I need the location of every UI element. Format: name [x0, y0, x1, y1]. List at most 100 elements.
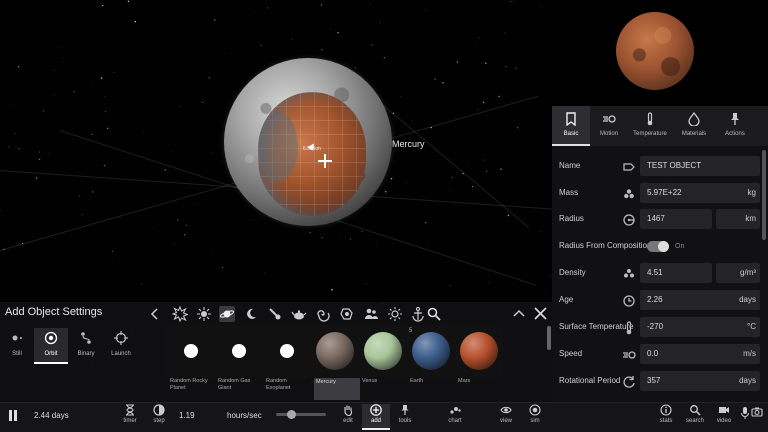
- comet-icon[interactable]: [267, 306, 283, 322]
- video-button[interactable]: video: [711, 404, 737, 430]
- object-thumb[interactable]: [312, 328, 358, 374]
- star: [35, 177, 38, 179]
- add-panel-scrollbar[interactable]: [547, 326, 551, 350]
- mode-binary-button[interactable]: Binary: [69, 328, 103, 364]
- explosion-icon[interactable]: [172, 306, 188, 322]
- speed-unit[interactable]: hours/sec: [227, 411, 262, 420]
- mass-value: 5.97E+22: [647, 188, 682, 197]
- galaxy-icon[interactable]: [315, 306, 331, 322]
- property-label: Rotational Period: [559, 376, 621, 385]
- properties-scrollbar[interactable]: [762, 150, 766, 240]
- speed-unit[interactable]: m/s: [743, 349, 756, 358]
- people-icon[interactable]: [363, 306, 379, 322]
- mode-launch-button[interactable]: Launch: [104, 328, 138, 364]
- panel-title: Add Object Settings: [5, 306, 103, 318]
- rotational-period-value: 357: [647, 376, 661, 385]
- materials-icon: [688, 112, 700, 126]
- star: [515, 67, 517, 69]
- object-thumb[interactable]: [456, 328, 502, 374]
- surface-temperature-unit[interactable]: °C: [747, 322, 756, 331]
- object-thumb[interactable]: [408, 328, 454, 374]
- object-thumb-label: Random Exoplanet: [266, 378, 291, 391]
- star: [173, 243, 175, 245]
- radius-composition-toggle[interactable]: [647, 241, 669, 252]
- object-thumb[interactable]: [360, 328, 406, 374]
- pause-button[interactable]: [8, 410, 18, 421]
- star: [54, 95, 55, 97]
- microphone-icon[interactable]: [740, 406, 750, 420]
- star: [14, 146, 16, 148]
- search-icon[interactable]: [426, 306, 442, 322]
- star: [449, 285, 451, 286]
- edit-button[interactable]: edit: [336, 404, 360, 430]
- star: [309, 231, 311, 233]
- age-unit[interactable]: days: [739, 295, 756, 304]
- moon-icon[interactable]: [243, 306, 259, 322]
- sun-icon[interactable]: [387, 306, 403, 322]
- tab-temperature[interactable]: Temperature: [628, 106, 672, 146]
- star: [86, 141, 87, 143]
- star: [140, 283, 142, 285]
- star: [452, 177, 454, 178]
- star: [485, 170, 488, 172]
- object-thumb[interactable]: [216, 328, 262, 374]
- star: [477, 109, 479, 111]
- star: [14, 133, 16, 135]
- crosshair-icon: [318, 154, 332, 168]
- star: [134, 20, 137, 23]
- star: [361, 230, 363, 233]
- motion-icon: [603, 115, 616, 123]
- property-age: Age 2.26 days: [552, 288, 762, 314]
- mode-orbit-button[interactable]: Orbit: [34, 328, 68, 364]
- rotational-period-unit[interactable]: days: [739, 376, 756, 385]
- star: [90, 81, 92, 83]
- mass-unit[interactable]: kg: [748, 188, 756, 197]
- speed-slider[interactable]: [276, 413, 326, 416]
- star: [478, 36, 480, 38]
- chevron-up-icon[interactable]: [513, 308, 525, 320]
- star: [449, 190, 451, 191]
- planet-label[interactable]: Mercury: [392, 139, 425, 149]
- star: [498, 95, 500, 98]
- chart-button[interactable]: chart: [443, 404, 467, 430]
- star: [500, 168, 502, 170]
- anchor-icon[interactable]: [410, 306, 426, 322]
- mode-still-button[interactable]: Still: [0, 328, 34, 364]
- chevron-left-icon[interactable]: [150, 308, 160, 320]
- teapot-icon[interactable]: [291, 306, 307, 322]
- object-thumb[interactable]: [264, 328, 310, 374]
- star: [0, 210, 1, 211]
- object-thumb-label: Random Rocky Planet: [170, 378, 208, 391]
- tab-basic[interactable]: Basic: [552, 106, 590, 146]
- property-label: Mass: [559, 188, 579, 197]
- object-thumb-image: [232, 344, 246, 358]
- mode-label: Launch: [111, 351, 131, 357]
- step-button[interactable]: step: [147, 404, 171, 430]
- star: [488, 282, 490, 284]
- selected-planet-core[interactable]: [258, 92, 366, 216]
- ringed-planet-icon[interactable]: [219, 306, 235, 322]
- tab-motion[interactable]: Motion: [590, 106, 628, 146]
- toolbar-label: step: [153, 418, 165, 424]
- property-radius: Radius 1467 km: [552, 207, 762, 233]
- tab-materials[interactable]: Materials: [672, 106, 716, 146]
- speed-slider-knob[interactable]: [286, 410, 296, 419]
- stats-button[interactable]: stats: [654, 404, 678, 430]
- timer-button[interactable]: timer: [118, 404, 142, 430]
- star-icon[interactable]: [196, 306, 212, 322]
- sim-button[interactable]: sim: [523, 404, 547, 430]
- camera-icon[interactable]: [751, 406, 763, 418]
- add-button[interactable]: add: [362, 404, 390, 430]
- nebula-icon[interactable]: [339, 306, 355, 322]
- chart-icon: [450, 407, 461, 414]
- star: [505, 65, 507, 68]
- search-button[interactable]: search: [682, 404, 708, 430]
- view-button[interactable]: view: [494, 404, 518, 430]
- star: [38, 151, 40, 153]
- close-icon[interactable]: [534, 307, 547, 320]
- tools-button[interactable]: tools: [393, 404, 417, 430]
- tab-actions[interactable]: Actions: [716, 106, 754, 146]
- object-thumb[interactable]: [168, 328, 214, 374]
- speed-value: 1.19: [179, 411, 195, 420]
- mode-label: Still: [12, 351, 22, 357]
